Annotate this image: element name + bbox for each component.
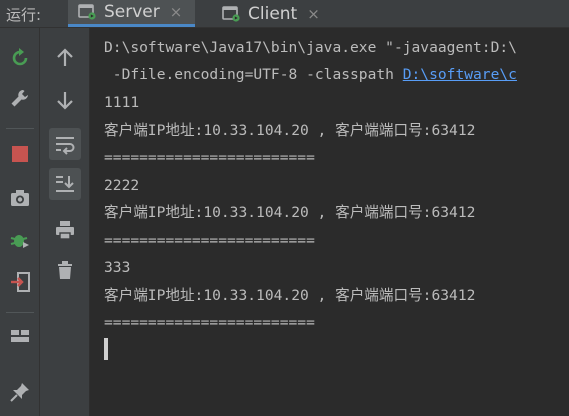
console-line: ========================: [104, 314, 315, 331]
rerun-button[interactable]: [6, 44, 34, 72]
run-panel-label: 运行:: [6, 6, 42, 24]
stop-icon: [12, 146, 28, 162]
console-line: 客户端IP地址:10.33.104.20 , 客户端端口号:63412: [104, 204, 476, 221]
stop-button[interactable]: [6, 140, 34, 168]
console-output[interactable]: D:\software\Java17\bin\java.exe "-javaag…: [90, 28, 569, 416]
tab-server[interactable]: Server ×: [68, 0, 195, 27]
exit-button[interactable]: [6, 268, 34, 296]
previous-occurrence-button[interactable]: [51, 44, 79, 72]
wrench-icon: [11, 90, 28, 107]
soft-wrap-icon: [56, 137, 75, 155]
scroll-to-end-icon: [56, 176, 74, 192]
console-actions-toolbar: [40, 28, 90, 416]
run-tab-bar: 运行: Server × Client ×: [0, 0, 569, 28]
classpath-prefix: -Dfile.encoding=UTF-8 -classpath: [104, 66, 403, 83]
console-command-line: D:\software\Java17\bin\java.exe "-javaag…: [104, 39, 517, 56]
tab-client-label: Client: [248, 3, 298, 24]
pin-tab-button[interactable]: [6, 378, 34, 406]
debug-bug-icon: [10, 235, 29, 248]
debug-button[interactable]: [6, 226, 34, 254]
console-line: ========================: [104, 232, 315, 249]
tab-client[interactable]: Client ×: [212, 0, 332, 27]
arrow-down-icon: [57, 92, 73, 110]
print-button[interactable]: [51, 216, 79, 244]
arrow-up-icon: [57, 48, 73, 66]
run-actions-toolbar: [0, 28, 40, 416]
layout-settings-button[interactable]: [6, 322, 34, 350]
scroll-to-end-toggle[interactable]: [49, 168, 81, 200]
dump-threads-button[interactable]: [6, 184, 34, 212]
clear-all-button[interactable]: [51, 256, 79, 284]
rerun-icon: [12, 48, 28, 66]
console-command-line-continued: -Dfile.encoding=UTF-8 -classpath D:\soft…: [104, 65, 517, 85]
soft-wrap-toggle[interactable]: [49, 128, 81, 160]
tab-server-close-icon[interactable]: ×: [170, 3, 183, 21]
trash-icon: [58, 261, 72, 279]
tab-client-close-icon[interactable]: ×: [307, 5, 320, 23]
console-line: ========================: [104, 149, 315, 166]
pin-icon: [10, 383, 29, 402]
next-occurrence-button[interactable]: [51, 86, 79, 114]
console-input-caret: [104, 338, 108, 360]
camera-icon: [11, 190, 29, 206]
login-exit-icon: [11, 272, 30, 292]
console-line: 1111: [104, 94, 140, 111]
layout-icon: [11, 330, 29, 342]
console-line: 333: [104, 259, 131, 276]
console-line: 客户端IP地址:10.33.104.20 , 客户端端口号:63412: [104, 287, 476, 304]
console-line: 2222: [104, 177, 140, 194]
console-run-icon: [222, 5, 240, 22]
console-line: 客户端IP地址:10.33.104.20 , 客户端端口号:63412: [104, 122, 476, 139]
run-tool-window: 运行: Server × Client × D:\software\Java17…: [0, 0, 569, 416]
console-run-icon: [78, 4, 96, 20]
classpath-link[interactable]: D:\software\c: [403, 66, 517, 83]
tab-server-label: Server: [104, 2, 160, 22]
modify-run-config-button[interactable]: [6, 85, 34, 113]
print-icon: [56, 221, 74, 240]
